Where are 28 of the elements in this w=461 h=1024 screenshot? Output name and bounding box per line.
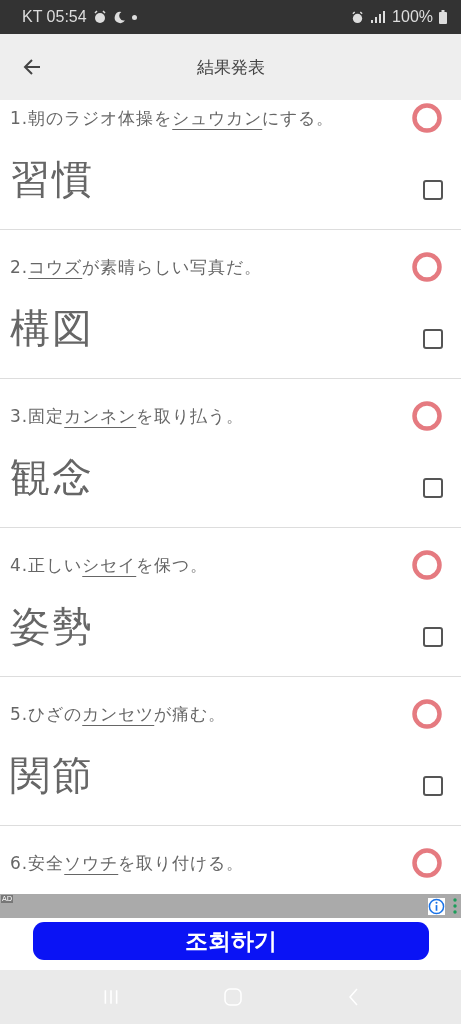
question-sentence: 3.固定カンネン を取り払う。 bbox=[10, 405, 245, 428]
question-sentence: 6.安全 ソウチ を取り付ける。 bbox=[10, 852, 245, 875]
back-icon[interactable] bbox=[22, 57, 42, 77]
answer-word: 習慣 bbox=[10, 154, 94, 204]
info-icon[interactable] bbox=[428, 897, 445, 915]
battery-level: 100% bbox=[392, 8, 433, 26]
ad-button[interactable]: 조회하기 bbox=[32, 922, 429, 960]
carrier-time: KT 05:54 bbox=[22, 8, 87, 26]
moon-icon bbox=[112, 10, 126, 24]
dot-icon bbox=[131, 14, 137, 20]
alarm-icon bbox=[351, 10, 365, 24]
checkbox[interactable] bbox=[423, 478, 443, 498]
checkbox[interactable] bbox=[423, 180, 443, 200]
battery-icon bbox=[439, 10, 447, 24]
checkbox[interactable] bbox=[423, 627, 443, 647]
question-sentence: 5.ひざのカンセツ が痛む。 bbox=[10, 703, 227, 726]
question-sentence: 2.コウズが素晴らしい写真だ。 bbox=[10, 256, 263, 279]
question-sentence: 1.朝のラジオ体操を シュウカンにする。 bbox=[10, 107, 335, 130]
checkbox[interactable] bbox=[423, 776, 443, 796]
answer-word: 構図 bbox=[10, 303, 94, 353]
alarm-icon bbox=[92, 10, 107, 24]
signal-icon bbox=[370, 11, 387, 23]
checkbox[interactable] bbox=[423, 329, 443, 349]
answer-word: 関節 bbox=[10, 750, 94, 800]
answer-word: 観念 bbox=[10, 452, 94, 502]
answer-word: 姿勢 bbox=[10, 601, 94, 651]
question-sentence: 4.正しい シセイ を保つ。 bbox=[10, 554, 209, 577]
screen-title: 結果発表 bbox=[195, 55, 266, 79]
